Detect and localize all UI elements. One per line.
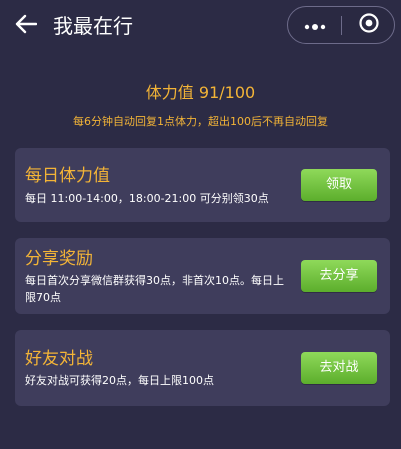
- card-title: 分享奖励: [25, 249, 93, 269]
- battle-button[interactable]: 去对战: [301, 352, 377, 384]
- card-title: 每日体力值: [25, 166, 110, 186]
- target-circle-icon: [358, 12, 380, 38]
- claim-button[interactable]: 领取: [301, 169, 377, 201]
- page: 我最在行 体力值 91/100 每6分钟自动回复1点体力，超出100后不再自动回…: [0, 0, 401, 449]
- stamina-recovery-note: 每6分钟自动回复1点体力，超出100后不再自动回复: [73, 115, 328, 128]
- card-title: 好友对战: [25, 349, 93, 369]
- more-dots-icon: [304, 16, 326, 35]
- page-title: 我最在行: [53, 14, 133, 38]
- mini-program-capsule: [287, 6, 395, 44]
- back-button[interactable]: [10, 10, 42, 42]
- friend-battle-card: 好友对战 好友对战可获得20点，每日上限100点 去对战: [15, 330, 390, 406]
- share-reward-card: 分享奖励 每日首次分享微信群获得30点，非首次10点。每日上限70点 去分享: [15, 238, 390, 314]
- card-description: 每日 11:00-14:00，18:00-21:00 可分别领30点: [25, 192, 269, 205]
- close-mini-program-button[interactable]: [342, 7, 395, 43]
- arrow-left-icon: [15, 14, 38, 38]
- daily-stamina-card: 每日体力值 每日 11:00-14:00，18:00-21:00 可分别领30点…: [15, 148, 390, 222]
- card-description: 好友对战可获得20点，每日上限100点: [25, 374, 214, 387]
- more-button[interactable]: [288, 7, 341, 43]
- top-nav-bar: 我最在行: [0, 0, 401, 52]
- card-description: 每日首次分享微信群获得30点，非首次10点。每日上限70点: [25, 274, 284, 304]
- share-button[interactable]: 去分享: [301, 260, 377, 292]
- stamina-value: 体力值 91/100: [145, 83, 256, 102]
